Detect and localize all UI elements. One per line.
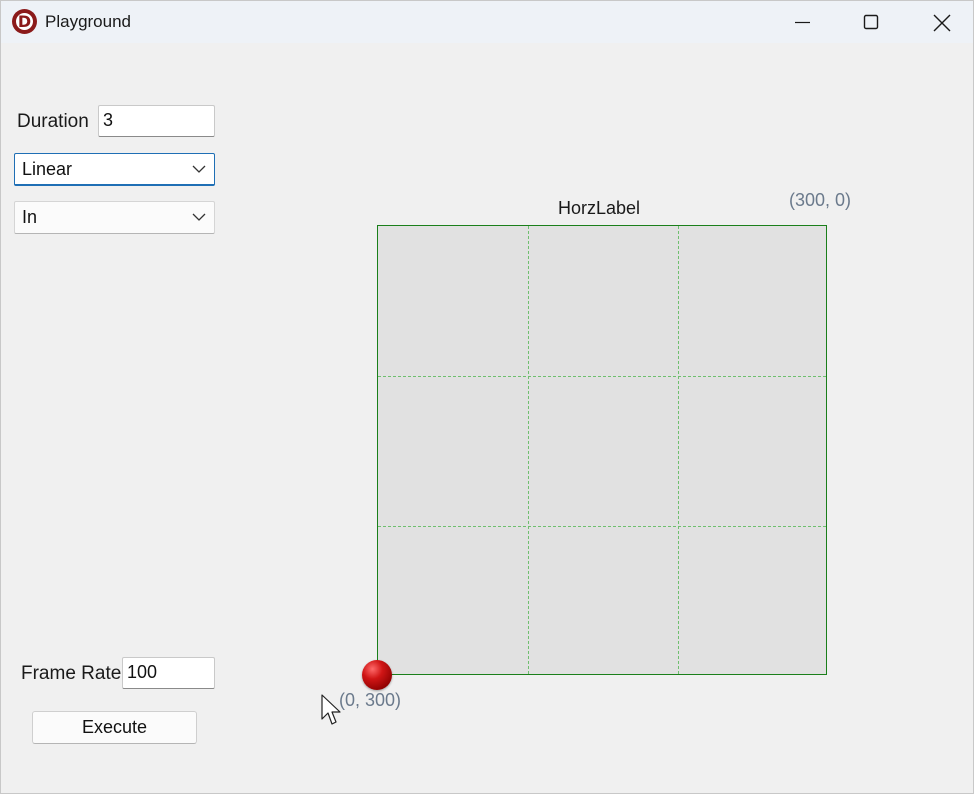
minimize-button[interactable] [772,1,832,43]
frame-rate-label: Frame Rate [21,663,122,684]
app-icon-letter: D [17,12,32,31]
top-right-coordinate: (300, 0) [789,190,852,210]
frame-rate-input[interactable]: 100 [122,657,215,689]
animated-ball[interactable] [362,660,392,690]
animation-canvas [377,225,827,675]
maximize-button[interactable] [841,1,901,43]
grid-line-horizontal [378,376,826,377]
mode-select[interactable]: In [14,201,215,234]
duration-input[interactable]: 3 [98,105,215,137]
grid-line-horizontal [378,526,826,527]
easing-select[interactable]: Linear [14,153,215,186]
mode-select-value: In [22,207,38,227]
execute-button[interactable]: Execute [32,711,197,744]
app-icon: D [12,9,37,34]
chevron-down-icon [192,213,206,221]
bottom-left-coordinate: (0, 300) [339,690,402,710]
duration-label: Duration [17,111,89,132]
maximize-icon [863,14,879,30]
grid-line-vertical [678,226,679,674]
minimize-icon [795,21,810,24]
horz-label: HorzLabel [558,198,641,218]
title-bar: D Playground [1,1,973,43]
app-window: D Playground Duration 3 Linear In Frame … [0,0,974,794]
chevron-down-icon [192,165,206,173]
easing-select-value: Linear [22,159,73,179]
close-icon [933,14,951,32]
window-title: Playground [45,12,132,31]
close-button[interactable] [911,1,971,43]
mouse-cursor-icon [321,694,341,725]
grid-line-vertical [528,226,529,674]
